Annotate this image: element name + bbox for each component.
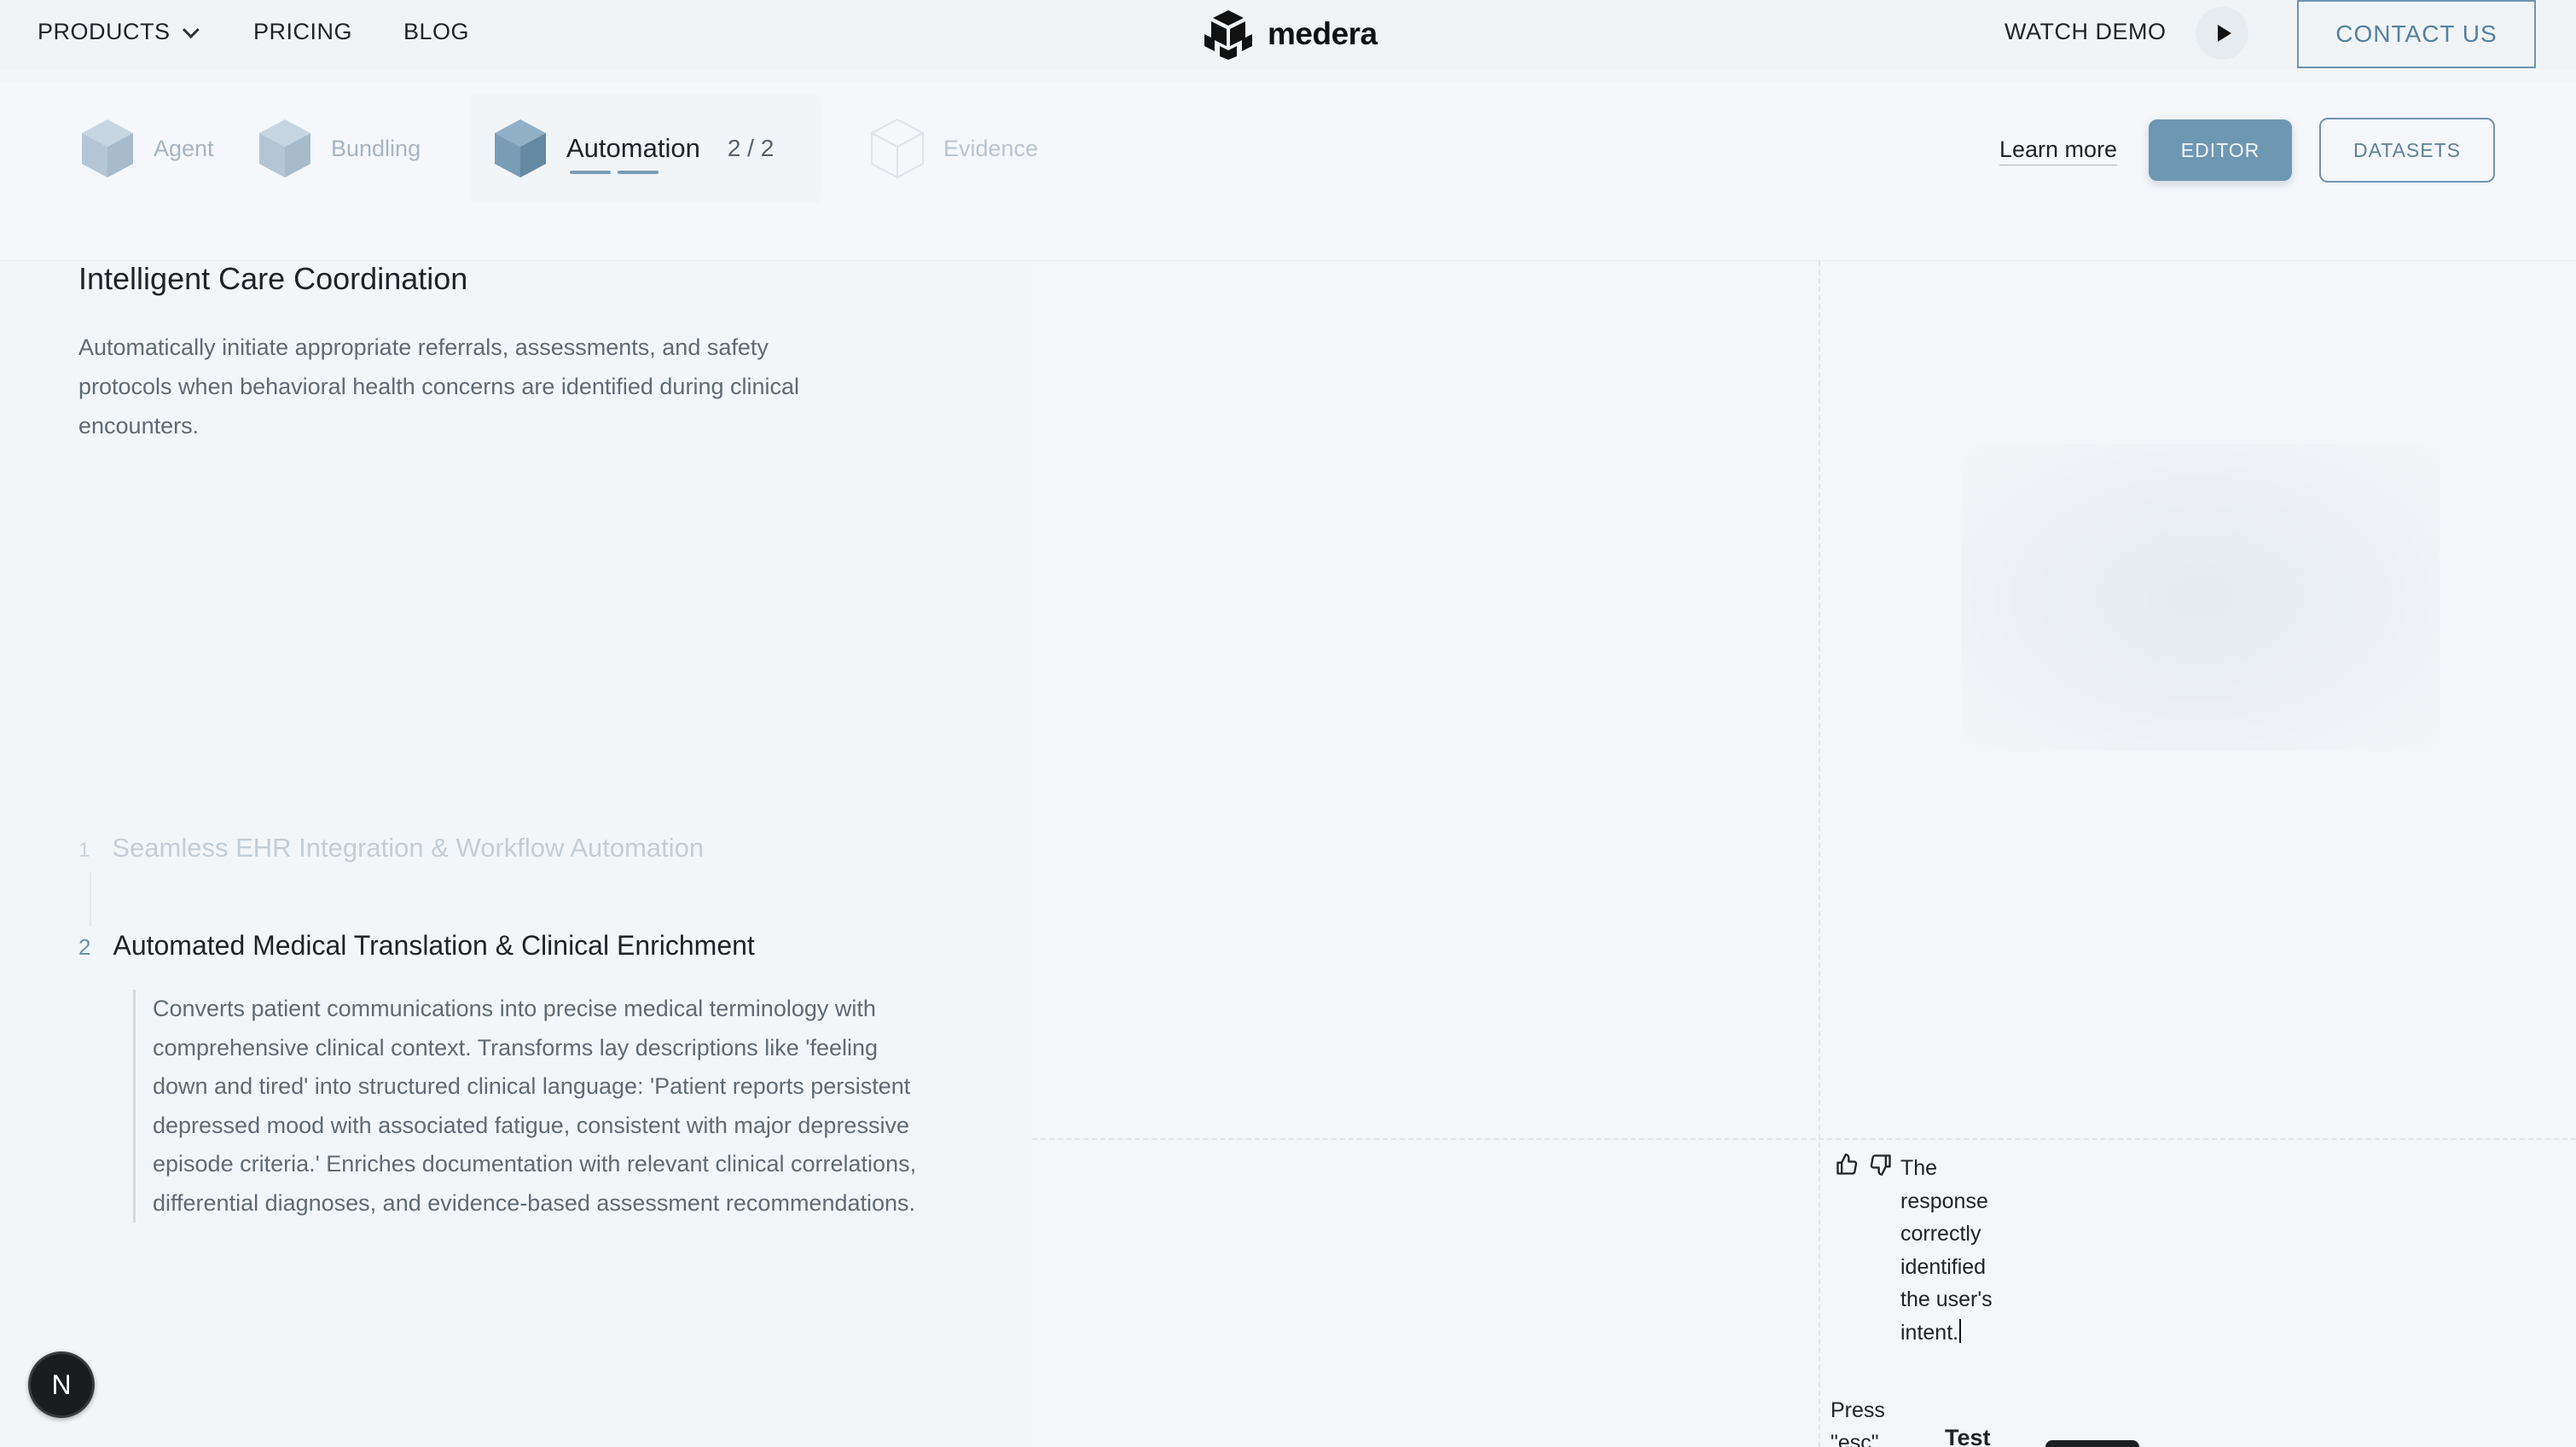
feedback-text: The response correctly identified the us… bbox=[1900, 1156, 1993, 1345]
feature-title: Automated Medical Translation & Clinical… bbox=[113, 930, 755, 961]
step-automation[interactable]: Automation 2 / 2 bbox=[469, 94, 821, 203]
brand-name: medera bbox=[1268, 16, 1378, 51]
feedback-controls bbox=[1834, 1152, 1894, 1177]
contact-us-button[interactable]: CONTACT US bbox=[2297, 0, 2536, 68]
step-progress-segment bbox=[570, 171, 611, 174]
step-counter: 2 / 2 bbox=[727, 135, 775, 161]
play-demo-button[interactable] bbox=[2196, 7, 2248, 60]
step-progress-segment bbox=[618, 171, 659, 174]
feature-item-active[interactable]: 2 Automated Medical Translation & Clinic… bbox=[78, 930, 755, 962]
editor-button[interactable]: EDITOR bbox=[2149, 119, 2292, 181]
feature-number: 2 bbox=[78, 934, 91, 960]
cube-icon bbox=[870, 118, 925, 179]
thumbs-down-icon[interactable] bbox=[1868, 1152, 1894, 1177]
cube-icon bbox=[82, 119, 133, 177]
page-title: Intelligent Care Coordination bbox=[78, 261, 468, 296]
top-navigation: PRODUCTS PRICING BLOG medera WATCH DEMO … bbox=[0, 0, 2576, 70]
step-evidence[interactable]: Evidence bbox=[870, 118, 1038, 179]
play-icon bbox=[2217, 25, 2231, 42]
watch-demo-link[interactable]: WATCH DEMO bbox=[2005, 19, 2166, 45]
preview-panel bbox=[1032, 261, 2576, 1447]
feature-number: 1 bbox=[78, 839, 90, 862]
feature-title: Seamless EHR Integration & Workflow Auto… bbox=[112, 833, 705, 863]
test-label: Test bbox=[1945, 1425, 1991, 1447]
feature-item[interactable]: 1 Seamless EHR Integration & Workflow Au… bbox=[78, 833, 704, 863]
panel-glow bbox=[1962, 444, 2440, 751]
keyboard-hint-line: "esc" bbox=[1830, 1431, 1879, 1447]
medera-logo-icon bbox=[1204, 10, 1252, 60]
step-agent-label: Agent bbox=[154, 135, 214, 161]
step-bundling[interactable]: Bundling bbox=[258, 118, 421, 179]
step-bundling-label: Bundling bbox=[331, 135, 421, 161]
keyboard-hint-line: Press bbox=[1830, 1398, 1885, 1422]
feature-detail: Converts patient communications into pre… bbox=[133, 990, 918, 1223]
learn-more-link[interactable]: Learn more bbox=[1999, 137, 2118, 166]
submit-chip[interactable] bbox=[2045, 1440, 2139, 1447]
step-evidence-label: Evidence bbox=[943, 135, 1039, 161]
text-caret bbox=[1959, 1318, 1962, 1343]
avatar-button[interactable]: N bbox=[28, 1351, 95, 1418]
step-agent[interactable]: Agent bbox=[80, 118, 214, 179]
datasets-button[interactable]: DATASETS bbox=[2319, 118, 2495, 183]
panel-divider-vertical bbox=[1819, 261, 1820, 1447]
chevron-down-icon bbox=[182, 20, 200, 38]
panel-divider-horizontal bbox=[1032, 1138, 2576, 1140]
nav-products-label: PRODUCTS bbox=[38, 19, 171, 44]
nav-pricing[interactable]: PRICING bbox=[253, 19, 352, 45]
brand-logo[interactable]: medera bbox=[1201, 9, 1378, 60]
thumbs-up-icon[interactable] bbox=[1834, 1152, 1859, 1177]
nav-products[interactable]: PRODUCTS bbox=[38, 19, 200, 45]
step-automation-label: Automation bbox=[566, 133, 700, 163]
keyboard-hint: Press "esc" bbox=[1830, 1394, 1885, 1447]
nav-blog[interactable]: BLOG bbox=[403, 19, 469, 45]
feature-connector-line bbox=[90, 872, 91, 927]
cube-icon bbox=[259, 119, 310, 177]
page-description: Automatically initiate appropriate refer… bbox=[78, 334, 800, 439]
cube-icon bbox=[495, 119, 546, 177]
feedback-text-input[interactable]: The response correctly identified the us… bbox=[1900, 1152, 2020, 1349]
